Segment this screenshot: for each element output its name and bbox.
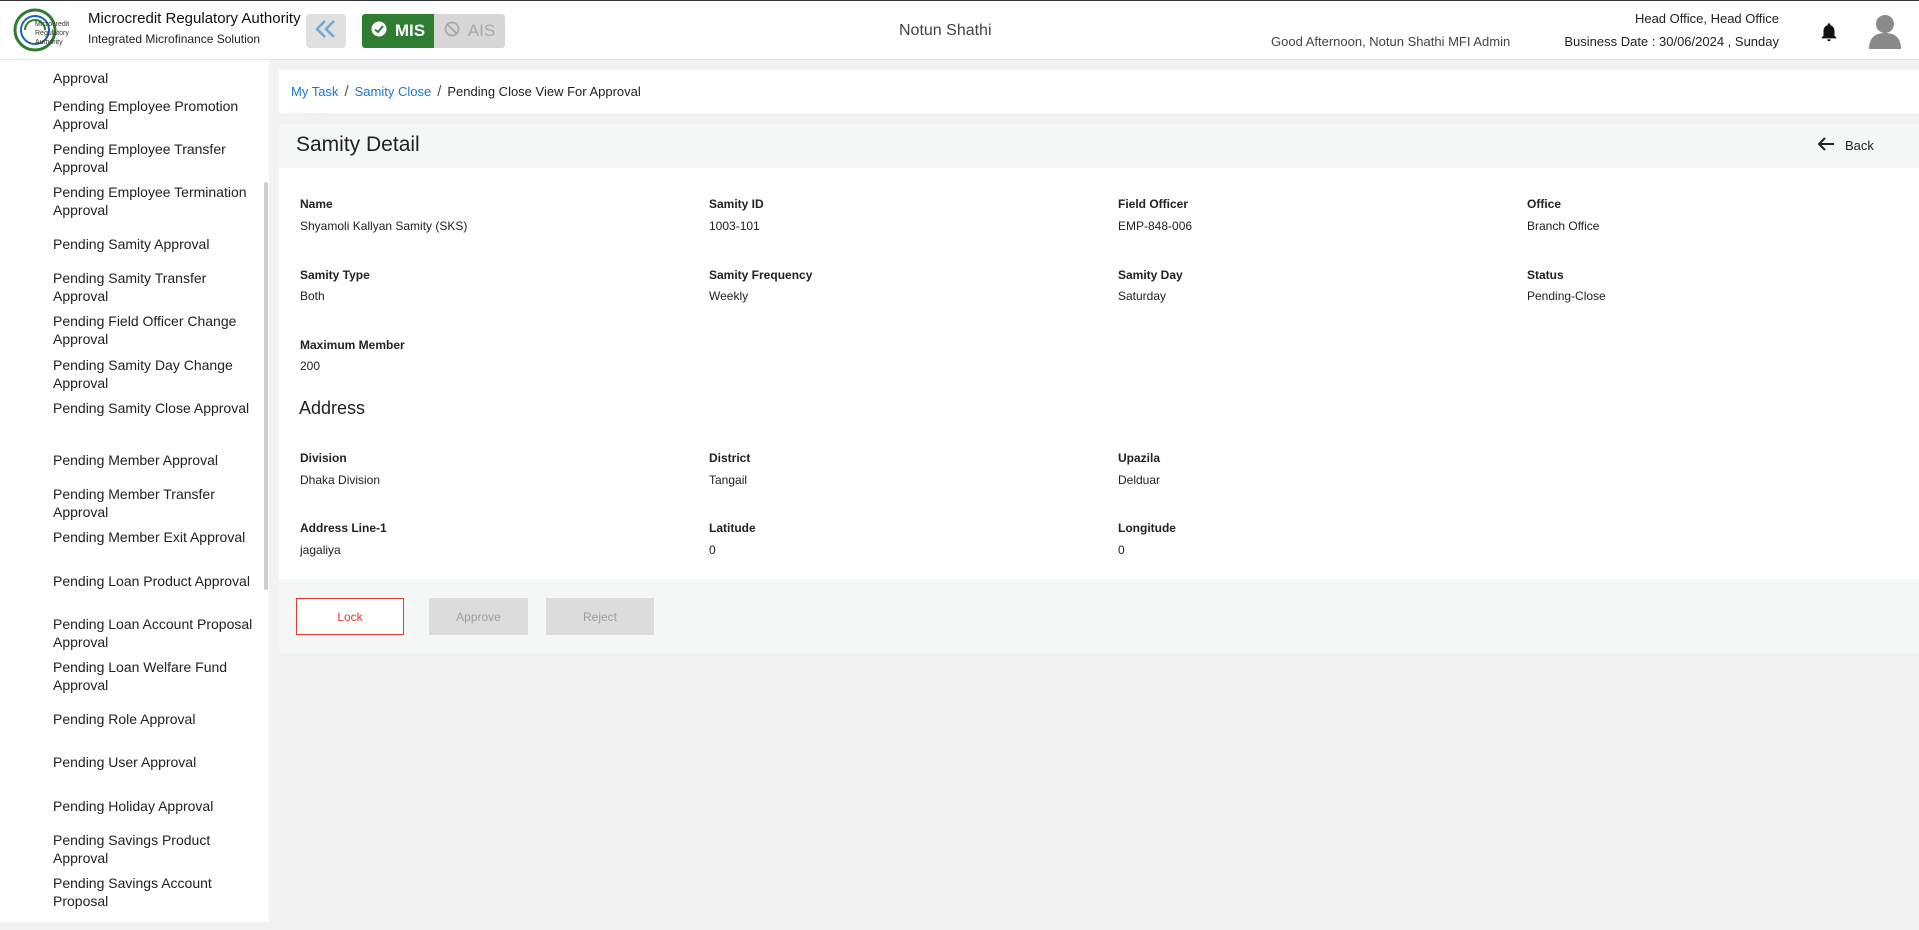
maximum-member-value: 200: [300, 359, 321, 373]
sidebar-item-employee-promotion-approval[interactable]: Pending Employee Promotion Approval: [53, 97, 253, 133]
sidebar-item-samity-close-approval[interactable]: Pending Samity Close Approval: [53, 399, 253, 417]
top-header: Microcredit Regulatory Authority Microcr…: [0, 0, 1919, 60]
breadcrumb: My Task / Samity Close / Pending Close V…: [291, 83, 641, 100]
division-label: Division: [300, 451, 347, 465]
name-value: Shyamoli Kallyan Samity (SKS): [300, 219, 468, 233]
sidebar-collapse-button[interactable]: [306, 14, 346, 48]
samity-day-label: Samity Day: [1118, 268, 1183, 282]
sidebar-item-employee-approval[interactable]: Approval: [53, 69, 253, 87]
block-icon: [444, 21, 460, 42]
office-value: Branch Office: [1527, 219, 1600, 233]
breadcrumb-current: Pending Close View For Approval: [447, 84, 641, 99]
bell-icon[interactable]: [1818, 21, 1840, 43]
actions-bar: Lock Approve Reject: [279, 579, 1919, 653]
office-label: Office: [1527, 197, 1562, 211]
svg-text:Microcredit: Microcredit: [35, 21, 69, 28]
samity-type-value: Both: [300, 289, 325, 303]
double-chevron-left-icon: [313, 19, 339, 44]
greeting-text: Good Afternoon, Notun Shathi MFI Admin: [1271, 34, 1511, 49]
status-value: Pending-Close: [1527, 289, 1606, 303]
ais-label: AIS: [467, 21, 496, 40]
brand-title: Microcredit Regulatory Authority: [88, 10, 301, 27]
arrow-left-icon: [1817, 136, 1835, 155]
svg-text:Regulatory: Regulatory: [35, 30, 69, 37]
sidebar-item-samity-approval[interactable]: Pending Samity Approval: [53, 235, 253, 253]
sidebar-item-loan-account-proposal-approval[interactable]: Pending Loan Account Proposal Approval: [53, 615, 253, 651]
district-label: District: [709, 451, 751, 465]
sidebar-item-loan-product-approval[interactable]: Pending Loan Product Approval: [53, 572, 253, 590]
card-header: Samity Detail Back: [279, 124, 1919, 168]
status-label: Status: [1527, 268, 1564, 282]
sidebar-item-employee-transfer-approval[interactable]: Pending Employee Transfer Approval: [53, 140, 253, 176]
latitude-value: 0: [709, 543, 716, 557]
sidebar-scrollbar[interactable]: [264, 182, 268, 590]
maximum-member-label: Maximum Member: [300, 338, 405, 352]
breadcrumb-bar: My Task / Samity Close / Pending Close V…: [279, 70, 1919, 113]
samity-day-value: Saturday: [1118, 289, 1167, 303]
longitude-label: Longitude: [1118, 521, 1176, 535]
sidebar: Approval Pending Employee Promotion Appr…: [0, 60, 269, 922]
business-date: Business Date : 30/06/2024 , Sunday: [1564, 34, 1779, 49]
address-section-title: Address: [299, 398, 366, 418]
breadcrumb-separator: /: [344, 83, 349, 100]
division-value: Dhaka Division: [300, 473, 381, 487]
breadcrumb-samity-close[interactable]: Samity Close: [355, 84, 432, 99]
samity-detail-card: Samity Detail Back Name Shyamoli Kallyan…: [279, 124, 1919, 653]
sidebar-item-samity-transfer-approval[interactable]: Pending Samity Transfer Approval: [53, 269, 253, 305]
mis-label: MIS: [394, 21, 426, 40]
field-officer-label: Field Officer: [1118, 197, 1189, 211]
samity-id-value: 1003-101: [709, 219, 760, 233]
mra-logo: Microcredit Regulatory Authority: [13, 6, 79, 54]
address-line-1-value: jagaliya: [300, 543, 341, 557]
ais-toggle-button[interactable]: AIS: [434, 14, 505, 48]
page-title: Samity Detail: [296, 133, 420, 156]
address-line-1-label: Address Line-1: [300, 521, 387, 535]
approve-button[interactable]: Approve: [429, 598, 528, 635]
svg-text:Authority: Authority: [35, 39, 63, 46]
samity-id-label: Samity ID: [709, 197, 764, 211]
name-label: Name: [300, 197, 333, 211]
office-name: Head Office, Head Office: [1634, 11, 1779, 26]
sidebar-item-role-approval[interactable]: Pending Role Approval: [53, 710, 253, 728]
mis-toggle-button[interactable]: MIS: [362, 14, 434, 48]
organization-name: Notun Shathi: [899, 22, 992, 39]
breadcrumb-my-task[interactable]: My Task: [291, 84, 338, 99]
sidebar-item-user-approval[interactable]: Pending User Approval: [53, 753, 253, 771]
reject-button[interactable]: Reject: [546, 598, 654, 635]
district-value: Tangail: [709, 473, 748, 487]
back-label: Back: [1845, 138, 1874, 153]
sidebar-item-employee-termination-approval[interactable]: Pending Employee Termination Approval: [53, 183, 253, 219]
latitude-label: Latitude: [709, 521, 756, 535]
sidebar-item-samity-day-change-approval[interactable]: Pending Samity Day Change Approval: [53, 356, 253, 392]
user-avatar[interactable]: [1868, 13, 1902, 49]
sidebar-item-member-transfer-approval[interactable]: Pending Member Transfer Approval: [53, 485, 253, 521]
upazila-label: Upazila: [1118, 451, 1161, 465]
sidebar-item-member-exit-approval[interactable]: Pending Member Exit Approval: [53, 528, 253, 546]
samity-frequency-label: Samity Frequency: [709, 268, 813, 282]
field-officer-value: EMP-848-006: [1118, 219, 1193, 233]
samity-frequency-value: Weekly: [709, 289, 749, 303]
brand-subtitle: Integrated Microfinance Solution: [88, 32, 261, 46]
longitude-value: 0: [1118, 543, 1125, 557]
lock-button[interactable]: Lock: [296, 598, 404, 635]
back-button[interactable]: Back: [1817, 136, 1874, 155]
sidebar-item-loan-welfare-fund-approval[interactable]: Pending Loan Welfare Fund Approval: [53, 658, 253, 694]
sidebar-item-savings-account-proposal[interactable]: Pending Savings Account Proposal: [53, 874, 253, 910]
samity-type-label: Samity Type: [300, 268, 370, 282]
breadcrumb-separator: /: [437, 83, 442, 100]
sidebar-item-holiday-approval[interactable]: Pending Holiday Approval: [53, 797, 253, 815]
sidebar-item-member-approval[interactable]: Pending Member Approval: [53, 451, 253, 469]
sidebar-item-field-officer-change-approval[interactable]: Pending Field Officer Change Approval: [53, 312, 253, 348]
check-circle-icon: [371, 21, 387, 42]
upazila-value: Delduar: [1118, 473, 1161, 487]
sidebar-item-savings-product-approval[interactable]: Pending Savings Product Approval: [53, 831, 253, 867]
